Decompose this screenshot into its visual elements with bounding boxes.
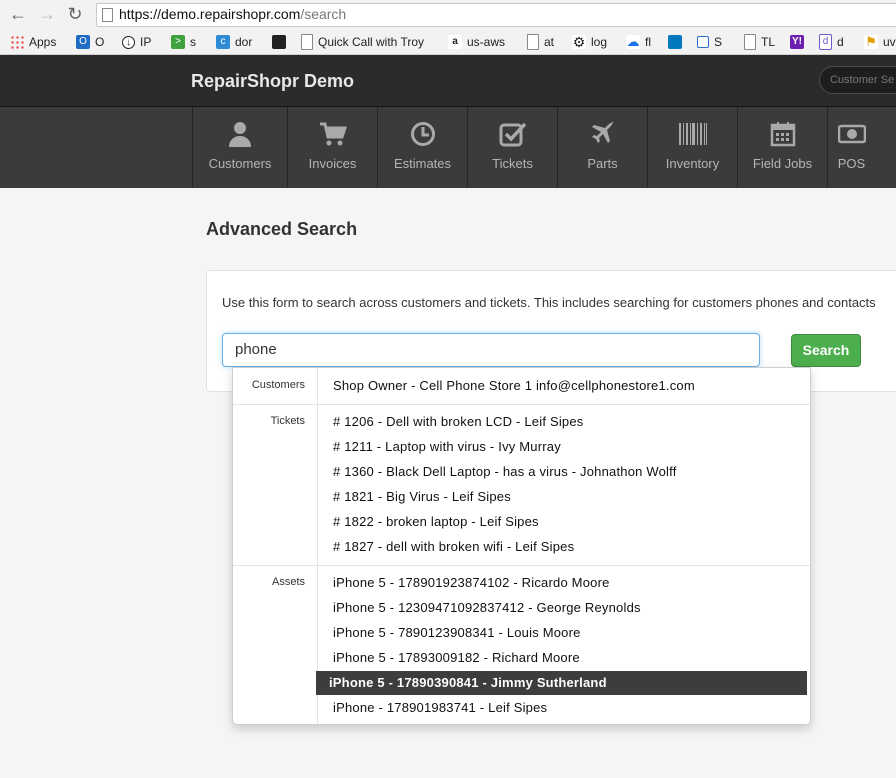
bookmark-dor[interactable]: c dor <box>216 33 252 51</box>
search-input[interactable]: phone <box>222 333 760 367</box>
address-bar[interactable]: https://demo.repairshopr.com/search <box>96 3 896 27</box>
tab-customers[interactable]: Customers <box>192 107 287 188</box>
bookmarks-bar: Apps O O ↓ IP > s c dor Quick Call with … <box>0 30 896 55</box>
search-autocomplete: Customers Shop Owner - Cell Phone Store … <box>232 367 811 725</box>
bookmark-screen[interactable] <box>272 33 291 51</box>
brand-title[interactable]: RepairShopr Demo <box>191 71 354 92</box>
ticket-item[interactable]: # 1822 - broken laptop - Leif Sipes <box>318 510 805 534</box>
page-icon <box>102 8 113 22</box>
bookmark-at[interactable]: at <box>527 33 554 51</box>
bookmark-s2[interactable]: S <box>697 33 722 51</box>
tab-parts[interactable]: Parts <box>557 107 647 188</box>
bookmark-us-aws[interactable]: a us-aws <box>448 33 505 51</box>
asset-item[interactable]: iPhone 5 - 12309471092837412 - George Re… <box>318 596 805 620</box>
tab-estimates[interactable]: Estimates <box>377 107 467 188</box>
category-assets: Assets <box>271 576 305 588</box>
tab-label: Parts <box>587 156 618 171</box>
ticket-item[interactable]: # 1821 - Big Virus - Leif Sipes <box>318 485 805 509</box>
bookmark-s[interactable]: > s <box>171 33 196 51</box>
search-button[interactable]: Search <box>791 334 861 367</box>
tab-invoices[interactable]: Invoices <box>287 107 377 188</box>
yahoo-icon: Y! <box>790 35 804 49</box>
cloud-icon: ☁ <box>626 34 640 49</box>
tab-label: Invoices <box>308 156 357 171</box>
money-icon <box>837 124 866 144</box>
asset-item[interactable]: iPhone 5 - 7890123908341 - Louis Moore <box>318 621 805 645</box>
bookmark-ip[interactable]: ↓ IP <box>122 33 151 51</box>
bookmark-apps[interactable]: Apps <box>10 33 56 51</box>
bookmark-fl[interactable]: ☁ fl <box>626 33 651 51</box>
terminal-icon: > <box>171 35 185 49</box>
url-text: https://demo.repairshopr.com/search <box>119 6 347 22</box>
tab-pos[interactable]: POS <box>827 107 896 188</box>
plane-icon <box>591 121 614 143</box>
tab-field-jobs[interactable]: Field Jobs <box>737 107 827 188</box>
tab-tickets[interactable]: Tickets <box>467 107 557 188</box>
clock-icon <box>410 122 435 146</box>
asset-item[interactable]: iPhone 5 - 178901923874102 - Ricardo Moo… <box>318 571 805 595</box>
browser-toolbar: ← → ↻ https://demo.repairshopr.com/searc… <box>0 0 896 31</box>
megaphone-icon: ⚑ <box>864 34 878 49</box>
ticket-item[interactable]: # 1360 - Black Dell Laptop - has a virus… <box>318 460 805 484</box>
search-description: Use this form to search across customers… <box>222 295 876 310</box>
document-icon <box>301 34 313 50</box>
page-title: Advanced Search <box>206 219 358 239</box>
bookmark-yahoo[interactable]: Y! <box>790 33 809 51</box>
reload-icon[interactable]: ↻ <box>64 3 86 25</box>
back-icon[interactable]: ← <box>7 3 29 25</box>
bookmark-log[interactable]: ⚙ log <box>572 33 607 51</box>
tab-label: POS <box>837 156 866 171</box>
barcode-icon <box>678 123 707 145</box>
ticket-item[interactable]: # 1206 - Dell with broken LCD - Leif Sip… <box>318 410 805 434</box>
bookmark-uv[interactable]: ⚑ uv <box>864 33 896 51</box>
trello-icon <box>668 35 682 49</box>
refresh-bookmark-icon: c <box>216 35 230 49</box>
ticket-item[interactable]: # 1827 - dell with broken wifi - Leif Si… <box>318 535 805 559</box>
tab-inventory[interactable]: Inventory <box>647 107 737 188</box>
cart-icon <box>319 122 347 146</box>
tab-label: Inventory <box>665 156 720 171</box>
screen-icon <box>272 35 286 49</box>
category-customers: Customers <box>251 379 305 391</box>
ticket-item[interactable]: # 1211 - Laptop with virus - Ivy Murray <box>318 435 805 459</box>
user-icon <box>229 122 251 147</box>
window-icon <box>697 36 709 48</box>
asset-item[interactable]: iPhone - 178901983741 - Leif Sipes <box>318 696 805 720</box>
gear-icon: ⚙ <box>572 34 586 50</box>
section-divider <box>233 404 810 405</box>
section-divider <box>233 565 810 566</box>
download-circle-icon: ↓ <box>122 35 135 49</box>
document-icon <box>744 34 756 50</box>
asset-item-highlighted[interactable]: iPhone 5 - 17890390841 - Jimmy Sutherlan… <box>316 671 807 695</box>
document-icon <box>527 34 539 50</box>
app-header: RepairShopr Demo Customer Se <box>0 55 896 107</box>
bookmark-quick-call[interactable]: Quick Call with Troy <box>301 33 424 51</box>
tab-label: Tickets <box>492 156 533 171</box>
customer-item[interactable]: Shop Owner - Cell Phone Store 1 info@cel… <box>318 374 805 398</box>
bookmark-trello[interactable] <box>668 33 687 51</box>
apps-grid-icon <box>10 35 24 49</box>
main-nav: Customers Invoices Estimates Tickets Par… <box>0 107 896 188</box>
category-tickets: Tickets <box>270 415 305 427</box>
tab-label: Field Jobs <box>752 156 813 171</box>
amazon-icon: a <box>448 35 462 49</box>
tab-label: Estimates <box>393 156 452 171</box>
customer-search-input[interactable]: Customer Se <box>819 66 896 94</box>
asset-item[interactable]: iPhone 5 - 17893009182 - Richard Moore <box>318 646 805 670</box>
tab-label: Customers <box>208 156 272 171</box>
bookmark-d[interactable]: d d <box>819 33 844 51</box>
bookmark-tl[interactable]: TL <box>744 33 775 51</box>
d-icon: d <box>819 34 832 50</box>
outlook-icon: O <box>76 35 90 49</box>
calendar-icon <box>770 122 795 147</box>
forward-icon[interactable]: → <box>36 3 58 25</box>
check-icon <box>499 122 526 147</box>
bookmark-outlook[interactable]: O O <box>76 33 104 51</box>
